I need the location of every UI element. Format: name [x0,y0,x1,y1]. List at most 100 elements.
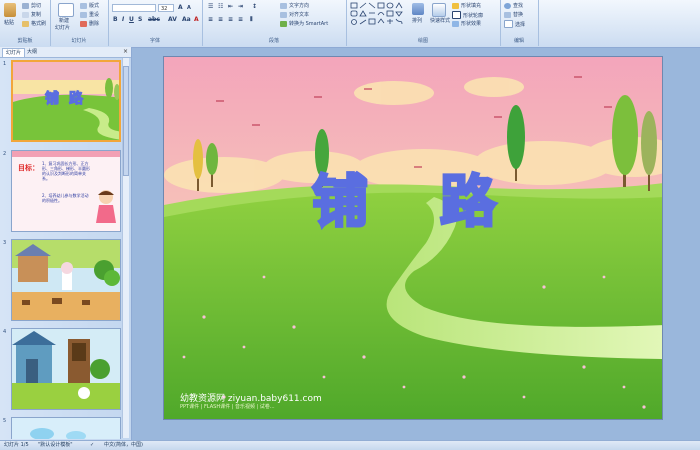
delete-icon [80,20,87,27]
slides-group: 新建 幻灯片 版式 重设 删除 幻灯片 [50,0,109,46]
shape-outline-button[interactable]: 形状轮廓 [452,11,483,19]
panel-scrollbar[interactable] [122,58,129,438]
align-right-icon[interactable]: ≡ [228,16,233,23]
drawing-label: 绘图 [417,38,428,44]
numbering-icon[interactable]: ☷ [218,3,223,10]
align-left-icon[interactable]: ≡ [208,16,213,23]
editing-group: 查找 替换 选择 编辑 [500,0,539,46]
bullets-icon[interactable]: ☰ [208,3,213,10]
reset-icon [80,11,87,18]
close-icon[interactable]: × [123,48,128,55]
watermark-subtext: PPT课件 | FLASH课件 | 音乐视频 | 试卷... [180,404,275,410]
copy-button[interactable]: 复制 [22,11,41,18]
layout-label: 版式 [89,3,100,9]
new-slide-button-label[interactable]: 幻灯片 [55,24,70,31]
italic-icon[interactable]: I [122,16,124,23]
panel-scroll-thumb[interactable] [123,66,129,176]
slide-thumbnail-2[interactable]: 目标： 1、复习巩固长方形、正方形、三角形、梯形、半圆形的认识及判断形的简单关系… [11,150,121,232]
underline-icon[interactable]: U [129,16,134,23]
align-text-button[interactable]: 对齐文本 [280,11,309,18]
align-center-icon[interactable]: ≡ [218,16,223,23]
new-slide-icon[interactable] [58,3,74,17]
font-size-box[interactable]: 32 [158,4,174,12]
clipboard-group: 粘贴 剪切 复制 格式刷 剪贴板 [0,0,51,46]
shapes-gallery[interactable] [349,2,407,28]
reset-button[interactable]: 重设 [80,11,99,18]
drawing-group: 排列 快速样式 形状填充 形状轮廓 形状效果 绘图 [346,0,501,46]
effects-icon [452,20,459,27]
text-direction-button[interactable]: 文字方向 [280,2,309,9]
panel-tabs: 幻灯片 大纲 × [0,47,131,58]
slide-thumbnail-5[interactable] [11,417,121,439]
slide-canvas[interactable]: 铺路 幼教资源网 ziyuan.baby611.com PPT课件 | FLAS… [163,56,663,420]
columns-icon[interactable]: ⫴ [250,16,253,24]
justify-icon[interactable]: ≡ [238,16,243,23]
copy-label: 复制 [31,12,42,18]
replace-button[interactable]: 替换 [504,11,523,18]
line-spacing-icon[interactable]: ↕ [252,3,257,10]
thumb-3-art [12,240,120,320]
format-painter-label: 格式刷 [31,21,47,27]
thumb-2-border [12,151,120,157]
thumb-1-title: 铺路 [45,91,93,108]
find-icon [504,2,511,9]
shape-fill-button[interactable]: 形状填充 [452,2,481,9]
convert-smartart-button[interactable]: 转换为 SmartArt [280,20,328,27]
slide-thumbnail-1[interactable]: 铺路 [11,60,121,142]
align-text-label: 对齐文本 [289,12,310,18]
bold-icon[interactable]: B [113,16,118,23]
slide-thumbnail-3[interactable] [11,239,121,321]
format-painter-button[interactable]: 格式刷 [22,20,46,27]
thumb-2-heading: 目标： [18,164,39,172]
paste-button[interactable]: 粘贴 [4,19,14,26]
cut-button[interactable]: 剪切 [22,2,41,9]
scissors-icon [22,2,29,9]
thumb-number-1: 1 [3,61,7,67]
char-spacing-icon[interactable]: AV [168,16,177,23]
thumb-number-2: 2 [3,151,7,157]
arrange-icon[interactable] [412,3,424,15]
align-text-icon [280,11,287,18]
clipboard-label: 剪贴板 [17,38,33,44]
editing-label: 编辑 [513,38,524,44]
delete-button[interactable]: 删除 [80,20,99,27]
new-slide-button[interactable]: 新建 [59,17,69,24]
quick-styles-button[interactable]: 快速样式 [430,17,450,24]
slide-background-art [164,57,662,419]
layout-button[interactable]: 版式 [80,2,99,9]
paste-icon[interactable] [4,3,16,17]
shadow-icon[interactable]: S [138,16,142,23]
layout-icon [80,2,87,9]
font-name-box[interactable] [112,4,156,12]
thumb-4-art [12,329,120,409]
tab-outline[interactable]: 大纲 [24,48,40,56]
font-label: 字体 [149,38,160,44]
paragraph-group: ☰ ☷ ⇤ ⇥ ↕ ≡ ≡ ≡ ≡ ⫴ 文字方向 对齐文本 转换为 SmartA… [202,0,347,46]
paragraph-label: 段落 [268,38,279,44]
strikethrough-icon[interactable]: abc [148,16,160,23]
change-case-icon[interactable]: Aa [182,16,191,23]
fill-bucket-icon [452,2,459,9]
select-button[interactable]: 选择 [504,20,525,28]
cut-label: 剪切 [31,3,42,9]
thumb-number-3: 3 [3,240,7,246]
grow-font-icon[interactable]: A [178,4,183,11]
slide-thumbnail-4[interactable] [11,328,121,410]
copy-icon [22,11,29,18]
slides-panel: 幻灯片 大纲 × 1 铺路 2 目标： 1、复习巩固长方形、正方形、三角形、梯形… [0,47,132,440]
convert-smartart-label: 转换为 SmartArt [289,21,329,27]
increase-indent-icon[interactable]: ⇥ [238,3,243,10]
find-button[interactable]: 查找 [504,2,523,9]
slide-title[interactable]: 铺路 [311,173,568,232]
shape-effects-button[interactable]: 形状效果 [452,20,481,27]
thumb-5-art [12,418,120,439]
thumb-2-line2: 2、培养幼儿参与数学活动的积极性。 [42,193,89,203]
shrink-font-icon[interactable]: A [187,5,191,11]
quick-styles-icon[interactable] [432,3,446,17]
tab-slides[interactable]: 幻灯片 [2,48,26,57]
replace-icon [504,11,511,18]
select-icon [504,20,513,28]
decrease-indent-icon[interactable]: ⇤ [228,3,233,10]
arrange-button[interactable]: 排列 [412,17,422,24]
font-color-icon[interactable]: A [194,16,199,23]
